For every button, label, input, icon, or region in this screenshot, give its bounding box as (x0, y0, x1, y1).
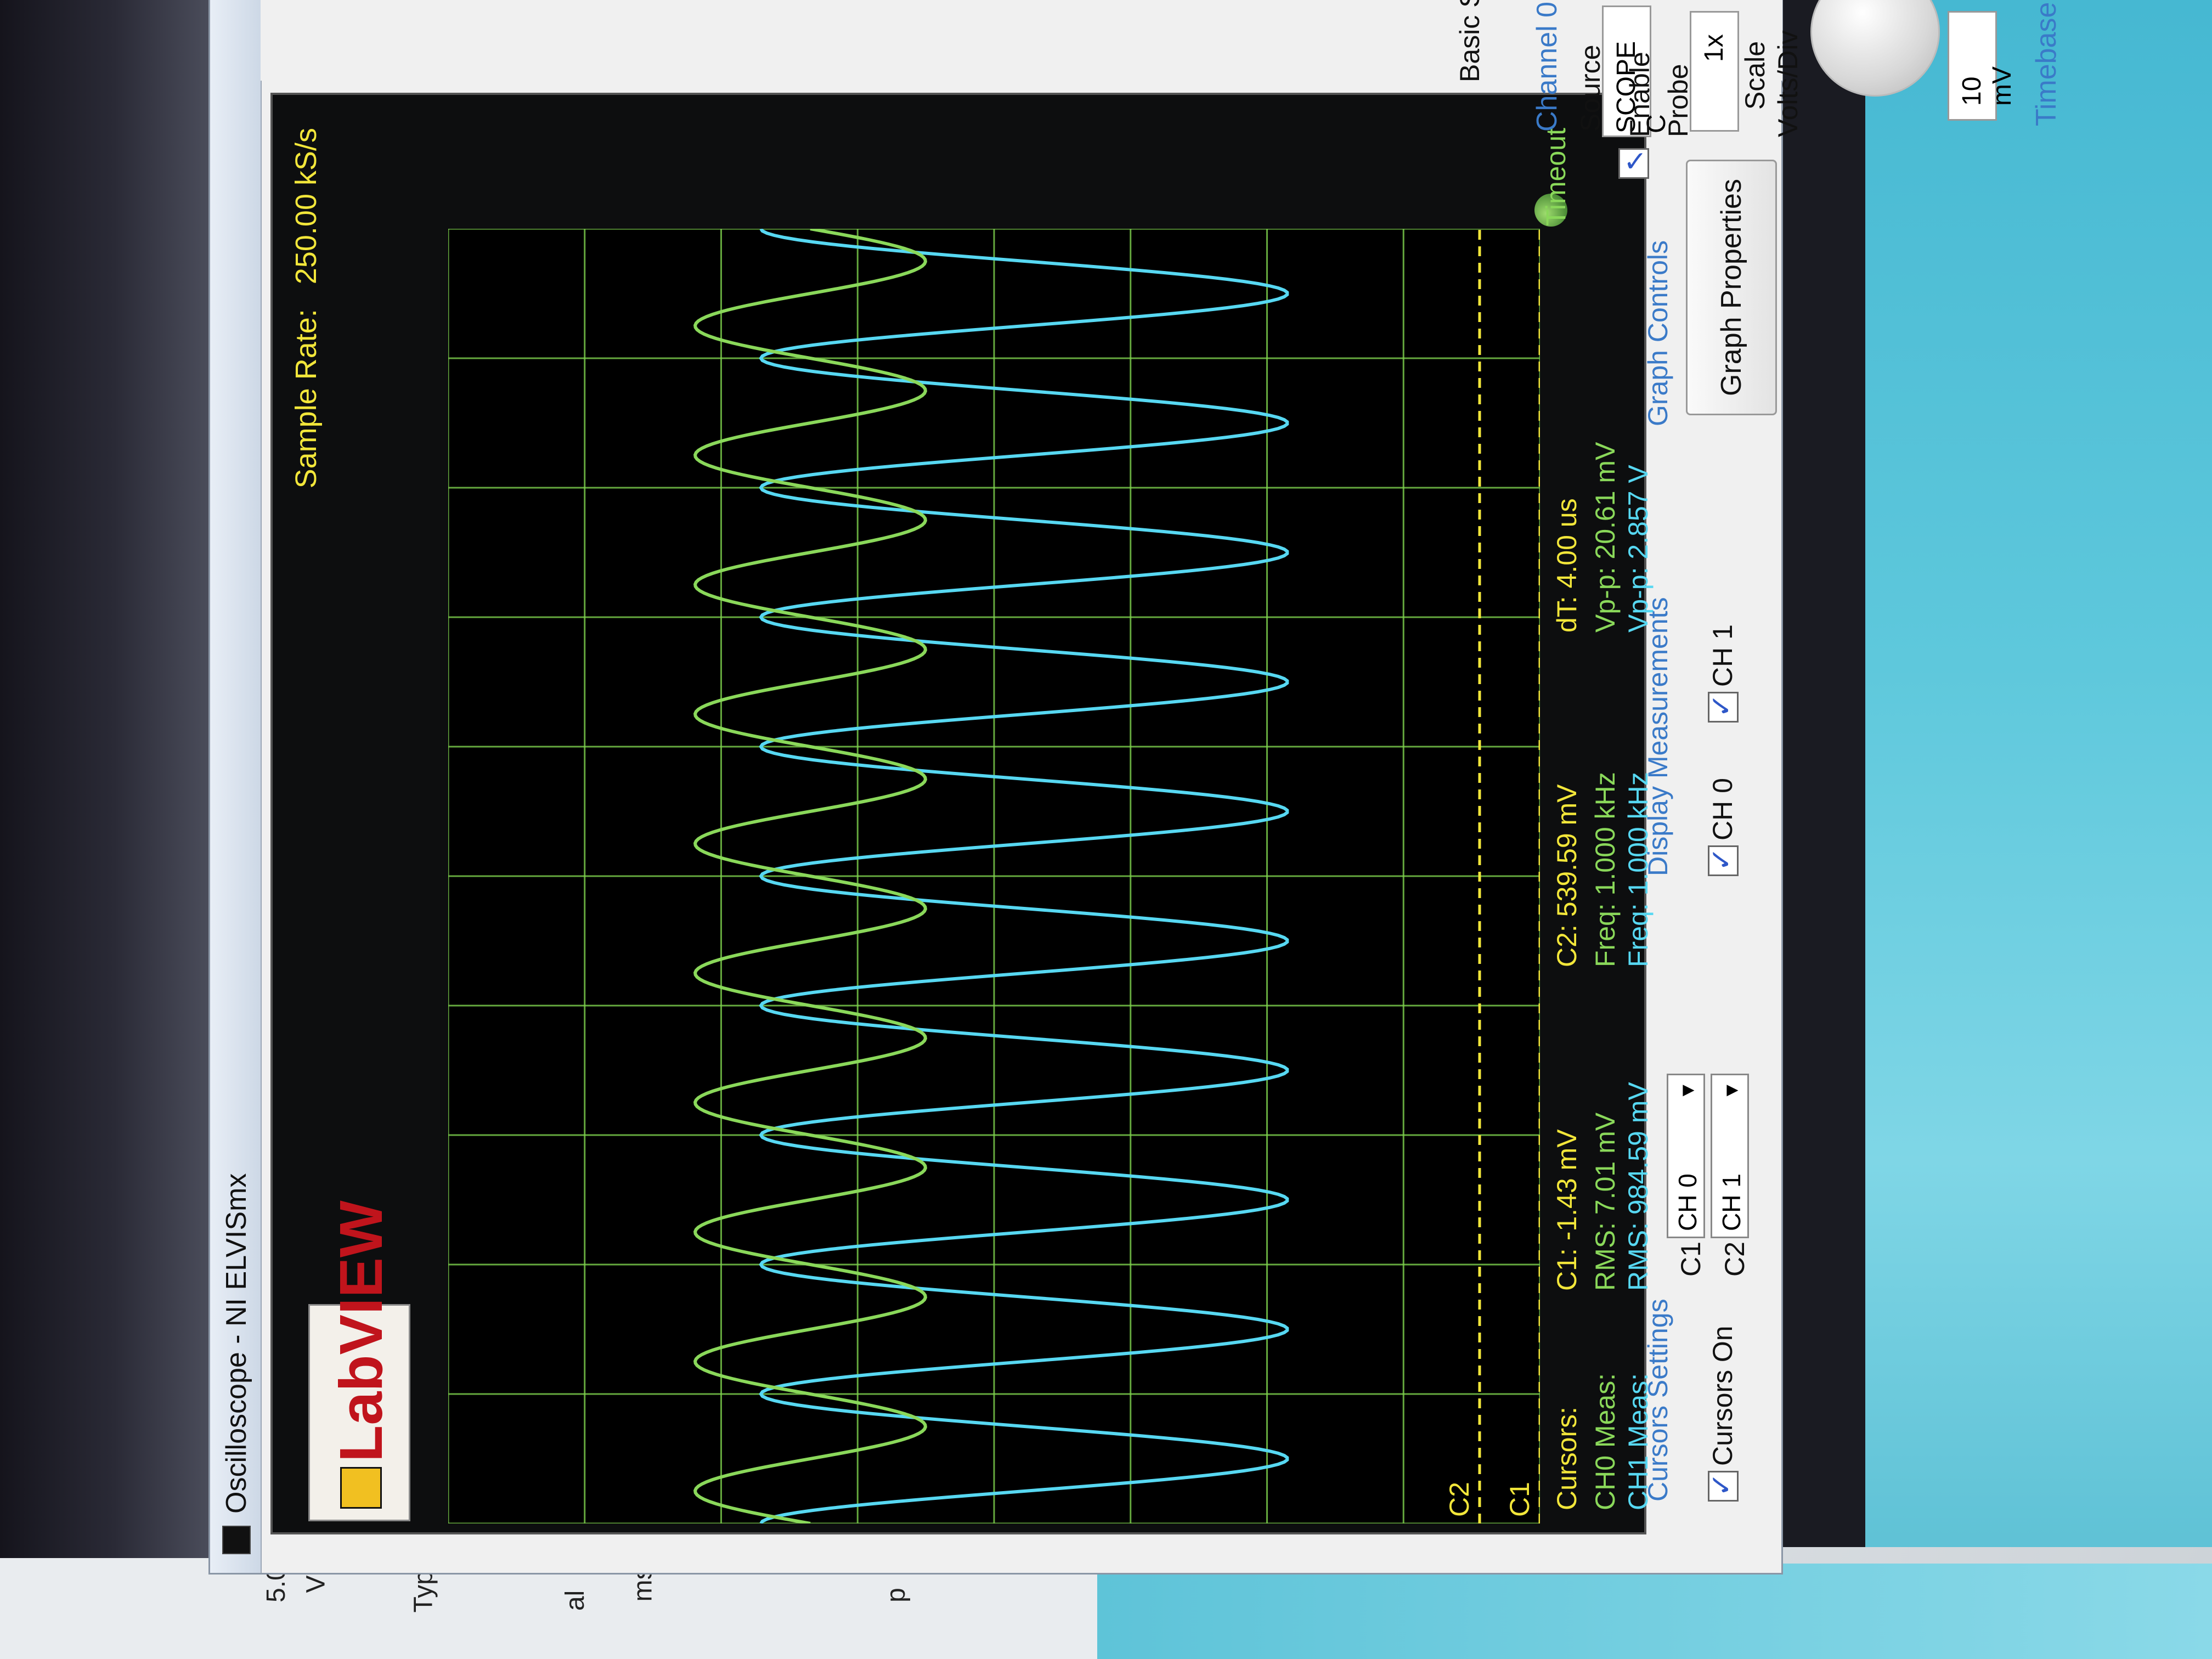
cursors-label: Cursors: (1551, 1407, 1582, 1510)
c1-channel-select[interactable]: CH 0 ▼ (1667, 1074, 1705, 1238)
cursor-c1-value: C1: -1.43 mV (1551, 1129, 1582, 1291)
enable-label: Enable (1624, 52, 1655, 137)
ch0-measurement-label: CH 0 (1707, 778, 1738, 840)
cursor-c2-value: C2: 539.59 mV (1551, 784, 1582, 967)
left-fragment-d: al (561, 1590, 590, 1611)
c1-channel-value: CH 0 (1673, 1173, 1702, 1231)
sample-rate: Sample Rate: 250.00 kS/s (289, 128, 323, 488)
left-fragment-f: p (881, 1588, 911, 1602)
scale-label: Scale (1740, 41, 1770, 110)
waveform-svg: C1 C2 (448, 229, 1540, 1523)
ch1-measurement-checkbox[interactable] (1708, 692, 1739, 723)
channel-label: Channel 0 (1531, 1, 1563, 132)
title-bar[interactable]: Oscilloscope - NI ELVISmx (210, 0, 262, 1573)
cursors-on-checkbox[interactable] (1708, 1471, 1739, 1502)
cursor-c1-tag: C1 (1504, 1482, 1535, 1517)
graph-properties-label: Graph Properties (1716, 179, 1747, 396)
probe-select[interactable]: 1x (1690, 11, 1739, 132)
volts-div-label: Volts/Div (1773, 30, 1803, 137)
window-title: Oscilloscope - NI ELVISmx (221, 1173, 252, 1514)
cursor-c2-tag: C2 (1444, 1482, 1475, 1517)
labview-logo-text: LabVIEW (328, 1200, 395, 1462)
graph-controls-label: Graph Controls (1643, 240, 1673, 426)
desktop-corner (1070, 1564, 2212, 1659)
c1-label: C1 (1675, 1242, 1706, 1277)
c2-label: C2 (1719, 1242, 1750, 1277)
display-measurements-label: Display Measurements (1643, 597, 1673, 876)
labview-logo: LabVIEW (308, 1200, 410, 1521)
scope-display: LabVIEW Sample Rate: 250.00 kS/s C1 C2 Ti… (270, 93, 1654, 1534)
c2-channel-select[interactable]: CH 1 ▼ (1711, 1074, 1749, 1238)
graph-controls-area: Cursors Settings Cursors On C1 CH 0 ▼ C2… (1642, 97, 1779, 1534)
basic-settings-tab[interactable]: Basic Setting (1454, 0, 1486, 82)
probe-value: 1x (1700, 34, 1729, 62)
ch0-freq-value: Freq: 1.000 kHz (1590, 772, 1621, 967)
chevron-down-icon: ▼ (1720, 1081, 1742, 1101)
ch1-measurement-label: CH 1 (1707, 624, 1738, 687)
left-fragment-b: V (301, 1575, 331, 1593)
c2-channel-value: CH 1 (1717, 1173, 1746, 1231)
labview-logo-icon (340, 1467, 382, 1509)
ch0-rms-value: RMS: 7.01 mV (1590, 1112, 1621, 1291)
sample-rate-label: Sample Rate: (290, 309, 323, 489)
ch0-vpp-value: Vp-p: 20.61 mV (1590, 442, 1621, 633)
chevron-down-icon: ▼ (1676, 1081, 1699, 1101)
volts-div-value: 10 mV (1957, 66, 2017, 106)
oscilloscope-window: Oscilloscope - NI ELVISmx LabVIEW Sample… (208, 0, 1783, 1575)
cursor-dt-value: dT: 4.00 us (1551, 498, 1582, 633)
settings-strip: Basic Setting Channel 0 Source SCOPE C E… (208, 0, 2062, 179)
ch0-measurement-checkbox[interactable] (1708, 845, 1739, 876)
background-left (0, 0, 208, 1659)
waveform-graph[interactable]: C1 C2 (448, 229, 1540, 1523)
graph-properties-button[interactable]: Graph Properties (1686, 160, 1777, 415)
desktop-background (1865, 0, 2212, 1659)
cursors-on-label: Cursors On (1707, 1325, 1738, 1466)
ch0-meas-label: CH0 Meas: (1590, 1373, 1621, 1510)
timebase-label: Timebase (2030, 2, 2062, 126)
enable-checkbox[interactable] (1618, 145, 1649, 179)
app-icon (222, 1526, 251, 1554)
cursor-settings-label: Cursors Settings (1643, 1299, 1673, 1502)
volts-div-field[interactable]: 10 mV (1948, 11, 2017, 121)
